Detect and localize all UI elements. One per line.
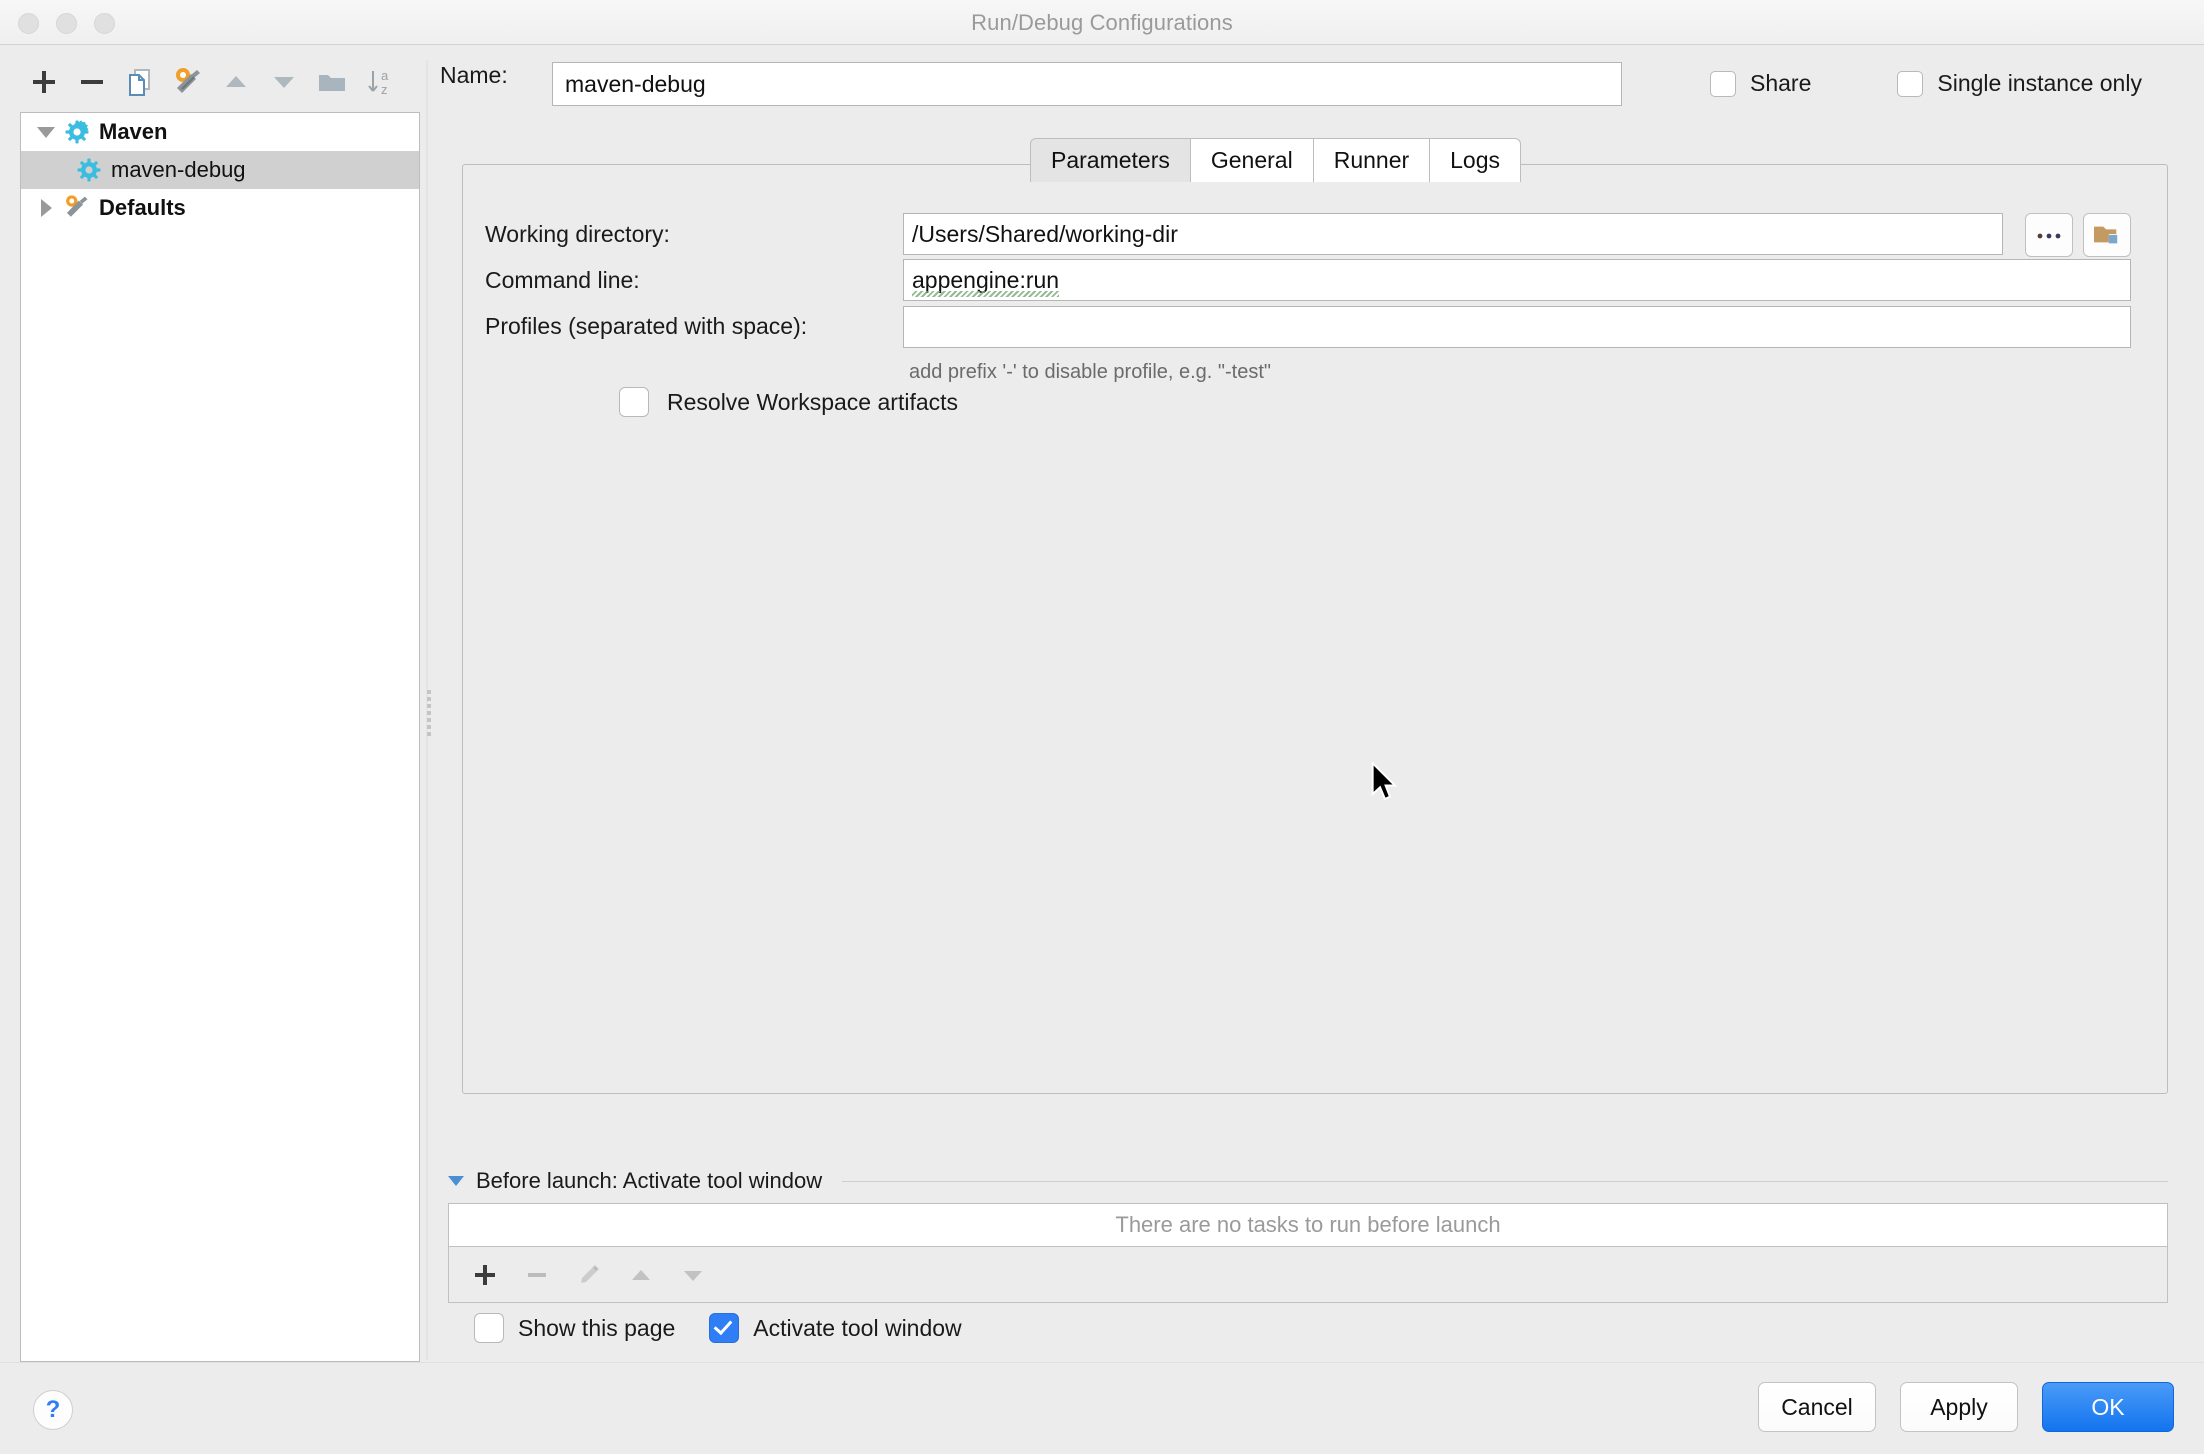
maven-gear-icon <box>73 157 105 183</box>
plus-icon <box>33 71 55 93</box>
svg-text:a: a <box>381 68 389 83</box>
single-instance-checkbox-group[interactable]: Single instance only <box>1897 70 2142 97</box>
sort-az-icon: a z <box>368 68 389 97</box>
header-divider <box>842 1180 2168 1182</box>
profiles-hint: add prefix '-' to disable profile, e.g. … <box>909 361 1272 383</box>
activate-tool-window-label: Activate tool window <box>753 1314 962 1341</box>
arrow-up-icon <box>632 1269 650 1280</box>
profiles-input[interactable] <box>903 306 2131 348</box>
cancel-button[interactable]: Cancel <box>1758 1382 1876 1432</box>
run-debug-configurations-dialog: Run/Debug Configurations a z Maven maven… <box>0 0 2204 1454</box>
move-up-button[interactable] <box>212 60 260 104</box>
activate-tool-window-checkbox[interactable] <box>709 1313 740 1343</box>
command-line-label: Command line: <box>485 267 640 293</box>
show-this-page-group[interactable]: Show this page <box>474 1313 675 1343</box>
pencil-icon <box>581 1264 599 1283</box>
before-launch-toolbar <box>448 1247 2168 1303</box>
dialog-buttons: Cancel Apply OK <box>1758 1382 2174 1432</box>
activate-tool-window-group[interactable]: Activate tool window <box>709 1313 962 1343</box>
tree-item-maven[interactable]: Maven <box>21 113 419 151</box>
arrow-up-icon <box>226 76 246 87</box>
tree-item-label: Maven <box>99 119 168 144</box>
before-launch-title: Before launch: Activate tool window <box>476 1168 823 1193</box>
sort-configurations-button[interactable]: a z <box>356 60 404 104</box>
remove-task-button <box>513 1251 561 1299</box>
add-task-button[interactable] <box>461 1251 509 1299</box>
config-options-group: Share Single instance only <box>1710 70 2142 97</box>
show-this-page-label: Show this page <box>518 1314 676 1341</box>
tree-item-label: maven-debug <box>111 157 246 182</box>
copy-configuration-button[interactable] <box>116 60 164 104</box>
bottom-options: Show this page Activate tool window <box>474 1313 962 1343</box>
resolve-workspace-artifacts-row[interactable]: Resolve Workspace artifacts <box>619 387 958 417</box>
help-button[interactable]: ? <box>33 1390 73 1430</box>
share-checkbox[interactable] <box>1710 70 1736 97</box>
resolve-workspace-artifacts-checkbox[interactable] <box>619 387 649 417</box>
create-folder-button[interactable] <box>308 60 356 104</box>
before-launch-header[interactable]: Before launch: Activate tool window <box>448 1168 2168 1194</box>
command-line-value: appengine:run <box>912 267 1060 293</box>
ok-button[interactable]: OK <box>2042 1382 2174 1432</box>
collapse-twisty-icon[interactable] <box>31 189 61 227</box>
single-instance-checkbox[interactable] <box>1897 70 1924 97</box>
before-launch-empty-message: There are no tasks to run before launch <box>1115 1212 1501 1237</box>
remove-configuration-button[interactable] <box>68 60 116 104</box>
minus-icon <box>528 1272 546 1277</box>
add-configuration-button[interactable] <box>20 60 68 104</box>
share-checkbox-group[interactable]: Share <box>1710 70 1811 97</box>
arrow-down-icon <box>274 77 294 88</box>
maven-gear-icon <box>61 119 93 145</box>
mouse-cursor <box>1371 762 1398 801</box>
show-this-page-checkbox[interactable] <box>474 1313 504 1343</box>
name-label: Name: <box>440 62 508 88</box>
before-launch-task-list[interactable]: There are no tasks to run before launch <box>448 1203 2168 1247</box>
tree-item-defaults[interactable]: Defaults <box>21 189 419 227</box>
single-instance-label: Single instance only <box>1937 70 2142 96</box>
window-titlebar: Run/Debug Configurations <box>0 0 2204 45</box>
configurations-toolbar: a z <box>20 58 420 106</box>
working-directory-label: Working directory: <box>485 221 670 247</box>
footer-divider <box>0 1362 2204 1363</box>
profiles-label: Profiles (separated with space): <box>485 313 808 339</box>
working-directory-folder-button[interactable] <box>2083 213 2131 257</box>
edit-defaults-button[interactable] <box>164 60 212 104</box>
spellcheck-underline <box>912 291 1060 297</box>
name-input[interactable]: maven-debug <box>552 62 1622 106</box>
chevron-down-icon[interactable] <box>448 1176 464 1186</box>
splitter-handle[interactable] <box>424 690 434 736</box>
move-task-up-button <box>617 1251 665 1299</box>
folder-icon <box>319 75 345 91</box>
share-label: Share <box>1750 70 1812 96</box>
move-task-down-button <box>669 1251 717 1299</box>
tab-parameters[interactable]: Parameters <box>1030 138 1191 182</box>
wrench-icon <box>176 68 200 93</box>
copy-icon <box>129 69 150 96</box>
tree-item-label: Defaults <box>99 195 186 220</box>
window-title: Run/Debug Configurations <box>971 10 1233 35</box>
tab-general[interactable]: General <box>1190 138 1314 182</box>
minus-icon <box>81 80 103 84</box>
resolve-workspace-artifacts-label: Resolve Workspace artifacts <box>667 388 959 415</box>
move-down-button[interactable] <box>260 60 308 104</box>
edit-task-button <box>565 1251 613 1299</box>
working-directory-input[interactable]: /Users/Shared/working-dir <box>903 213 2003 255</box>
apply-button[interactable]: Apply <box>1900 1382 2018 1432</box>
wrench-icon <box>61 195 93 221</box>
plus-icon <box>475 1264 495 1285</box>
folder-icon <box>2094 226 2118 244</box>
tab-logs[interactable]: Logs <box>1430 138 1522 182</box>
parameters-panel: Working directory: /Users/Shared/working… <box>462 164 2168 1094</box>
tree-item-maven-debug[interactable]: maven-debug <box>21 151 419 189</box>
working-directory-browse-button[interactable] <box>2025 213 2073 257</box>
command-line-input[interactable]: appengine:run <box>903 259 2131 301</box>
arrow-down-icon <box>684 1270 702 1281</box>
ellipsis-icon <box>2037 233 2061 239</box>
expand-twisty-icon[interactable] <box>31 113 61 151</box>
configurations-tree[interactable]: Maven maven-debug Defaults <box>20 112 420 1362</box>
tab-runner[interactable]: Runner <box>1313 138 1431 182</box>
svg-text:z: z <box>381 82 388 97</box>
configuration-tabs[interactable]: Parameters General Runner Logs <box>1030 138 1522 182</box>
